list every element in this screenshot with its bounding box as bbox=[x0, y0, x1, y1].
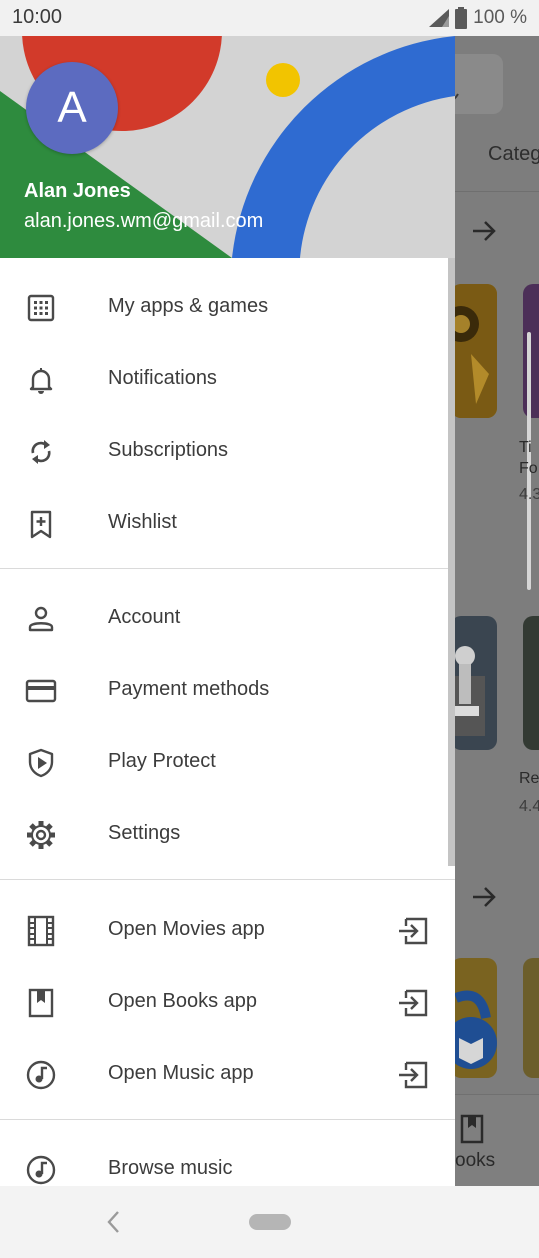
music-note-icon bbox=[26, 1060, 56, 1090]
bell-icon bbox=[29, 368, 53, 394]
menu-label: Open Books app bbox=[108, 990, 257, 1012]
status-bar: 10:00 100 % bbox=[0, 0, 539, 36]
avatar[interactable]: A bbox=[26, 62, 118, 154]
menu-label: Notifications bbox=[108, 367, 217, 389]
menu-label: Open Movies app bbox=[108, 918, 265, 940]
app-tile[interactable] bbox=[455, 958, 497, 1078]
battery-percent: 100 % bbox=[473, 7, 527, 28]
system-navigation-bar bbox=[0, 1186, 539, 1258]
menu-item-account[interactable]: Account bbox=[0, 581, 455, 653]
back-chevron-icon[interactable] bbox=[103, 1208, 123, 1236]
arrow-right-icon[interactable] bbox=[471, 884, 497, 910]
menu-label: Play Protect bbox=[108, 750, 216, 772]
gear-icon bbox=[27, 821, 55, 849]
section-divider bbox=[0, 879, 455, 880]
refresh-icon bbox=[31, 440, 51, 464]
menu-item-wishlist[interactable]: Wishlist bbox=[0, 486, 455, 558]
tabs-divider bbox=[455, 191, 539, 192]
menu-label: Account bbox=[108, 606, 181, 628]
menu-item-open-movies-app[interactable]: Open Movies app bbox=[0, 893, 455, 965]
section-divider bbox=[0, 1119, 455, 1120]
grid-apps-icon bbox=[27, 294, 55, 322]
menu-item-browse-music[interactable]: Browse music bbox=[0, 1132, 455, 1186]
app-tile[interactable] bbox=[523, 958, 539, 1078]
book-icon bbox=[28, 988, 54, 1018]
background-app-scrim[interactable]: Categ Ti Fo 4.3 Re 4.4 ooks bbox=[455, 36, 539, 1186]
person-icon bbox=[28, 606, 54, 632]
navigation-drawer: A Alan Jones alan.jones.wm@gmail.com My … bbox=[0, 36, 455, 1186]
app-tile[interactable] bbox=[523, 284, 539, 418]
menu-label: Wishlist bbox=[108, 511, 177, 533]
menu-item-settings[interactable]: Settings bbox=[0, 797, 455, 869]
account-email[interactable]: alan.jones.wm@gmail.com bbox=[24, 210, 263, 233]
signal-icon bbox=[429, 9, 450, 27]
music-note-icon bbox=[26, 1155, 56, 1185]
avatar-letter: A bbox=[57, 83, 87, 132]
account-name: Alan Jones bbox=[24, 180, 131, 202]
battery-icon bbox=[455, 7, 468, 29]
books-tab-icon[interactable] bbox=[460, 1114, 484, 1144]
menu-item-notifications[interactable]: Notifications bbox=[0, 342, 455, 414]
open-external-icon bbox=[399, 917, 428, 945]
drawer-scrollbar[interactable] bbox=[448, 258, 455, 866]
menu-label: Open Music app bbox=[108, 1062, 254, 1084]
status-indicators: 100 % bbox=[429, 6, 527, 30]
books-tab-label[interactable]: ooks bbox=[455, 1150, 495, 1172]
open-external-icon bbox=[399, 1061, 428, 1089]
menu-item-my-apps-games[interactable]: My apps & games bbox=[0, 270, 455, 342]
app-title-partial: Fo bbox=[519, 460, 538, 477]
menu-label: Payment methods bbox=[108, 678, 270, 700]
open-external-icon bbox=[399, 989, 428, 1017]
menu-item-subscriptions[interactable]: Subscriptions bbox=[0, 414, 455, 486]
app-tile[interactable] bbox=[455, 616, 497, 750]
menu-item-play-protect[interactable]: Play Protect bbox=[0, 725, 455, 797]
menu-label: Settings bbox=[108, 822, 181, 844]
menu-label: Browse music bbox=[108, 1157, 233, 1179]
credit-card-icon bbox=[25, 679, 57, 703]
app-tile[interactable] bbox=[523, 616, 539, 750]
app-tile[interactable] bbox=[455, 284, 497, 418]
menu-item-open-music-app[interactable]: Open Music app bbox=[0, 1037, 455, 1109]
categories-tab[interactable]: Categ bbox=[488, 143, 539, 166]
section-divider bbox=[0, 568, 455, 569]
menu-label: Subscriptions bbox=[108, 439, 229, 461]
microphone-icon[interactable] bbox=[455, 82, 459, 112]
drawer-header: A Alan Jones alan.jones.wm@gmail.com bbox=[0, 36, 455, 258]
menu-label: My apps & games bbox=[108, 295, 269, 317]
arrow-right-icon[interactable] bbox=[471, 218, 497, 244]
bookmark-plus-icon bbox=[30, 510, 52, 539]
menu-item-open-books-app[interactable]: Open Books app bbox=[0, 965, 455, 1037]
search-bar[interactable] bbox=[455, 54, 503, 114]
app-title-partial: Re bbox=[519, 770, 539, 787]
home-pill-button[interactable] bbox=[249, 1214, 291, 1230]
status-time: 10:00 bbox=[12, 6, 63, 28]
app-title-partial: Ti bbox=[519, 439, 532, 456]
shield-play-icon bbox=[28, 748, 54, 778]
film-icon bbox=[27, 915, 55, 947]
app-rating: 4.3 bbox=[519, 486, 539, 503]
menu-item-payment-methods[interactable]: Payment methods bbox=[0, 653, 455, 725]
app-rating: 4.4 bbox=[519, 798, 539, 815]
